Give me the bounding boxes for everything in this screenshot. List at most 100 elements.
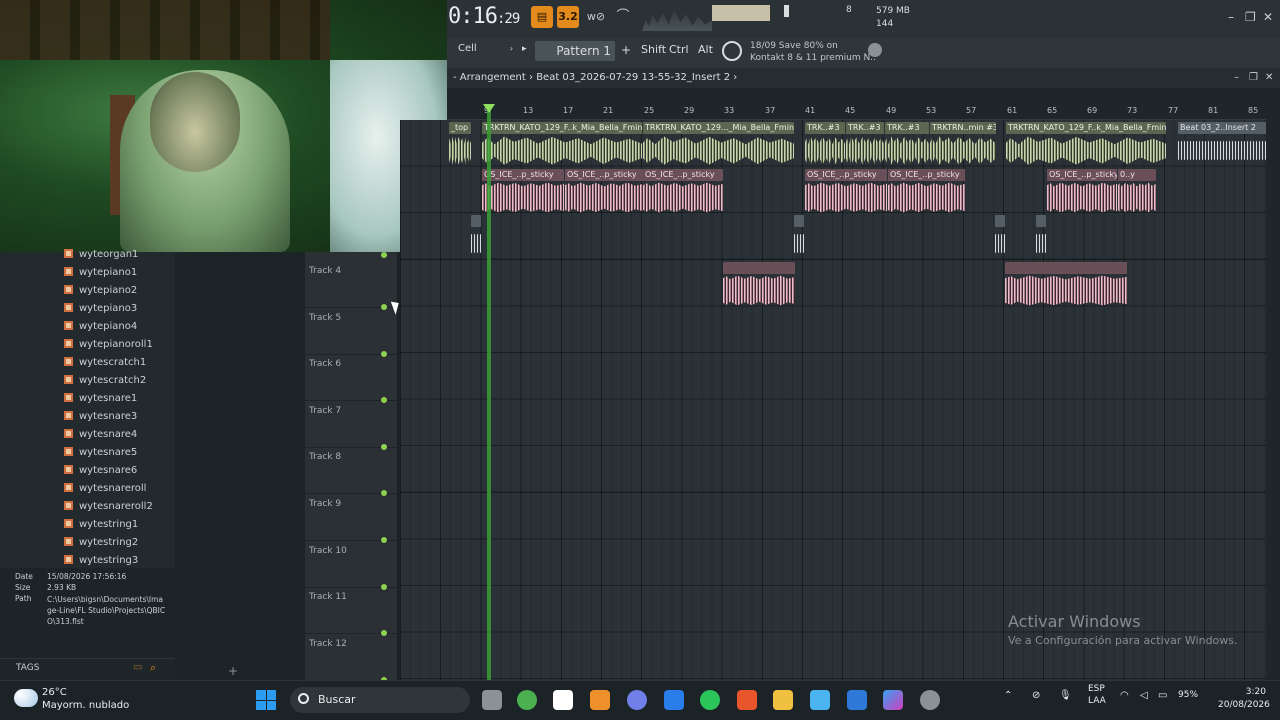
browser-item[interactable]: wytesnareroll2 (64, 498, 153, 516)
audio-clip[interactable] (995, 215, 1005, 259)
audio-clip[interactable]: OS_ICE_..p_sticky (805, 169, 887, 213)
browser-item[interactable]: wytesnare1 (64, 390, 137, 408)
fl-studio-icon[interactable] (590, 690, 610, 710)
brave-icon[interactable] (737, 690, 757, 710)
metronome-icon[interactable]: ᴡ⊘ (585, 6, 607, 28)
track-header[interactable]: Track 8 (305, 448, 397, 497)
browser-item[interactable]: wytescratch1 (64, 354, 146, 372)
language-label[interactable]: ESP (1088, 684, 1105, 694)
audio-clip[interactable]: TRK..#3 (805, 122, 845, 166)
battery-icon[interactable]: ▭ (1158, 690, 1167, 701)
task-view-icon[interactable] (482, 690, 502, 710)
close-icon[interactable]: ✕ (1263, 10, 1273, 24)
store-icon[interactable] (664, 690, 684, 710)
volume-slider-handle[interactable] (784, 5, 789, 17)
start-button[interactable] (256, 690, 276, 710)
audio-clip[interactable] (471, 215, 481, 259)
audio-clip[interactable] (1005, 262, 1127, 306)
playlist-minimize-icon[interactable]: – (1234, 72, 1239, 83)
track-header[interactable]: Track 12 (305, 635, 397, 683)
audio-clip[interactable]: TRKTRN..min #3 (930, 122, 996, 166)
shift-key-button[interactable]: Shift (641, 43, 666, 56)
audio-clip[interactable]: TRK..#3 (846, 122, 884, 166)
minimize-icon[interactable]: – (1228, 10, 1234, 24)
browser-item[interactable]: wytepiano4 (64, 318, 137, 336)
pattern-selector[interactable]: Pattern 1 (535, 41, 615, 61)
file-explorer-icon[interactable] (773, 690, 793, 710)
playlist-close-icon[interactable]: ✕ (1265, 72, 1273, 83)
taskbar-search[interactable]: Buscar (290, 687, 470, 713)
audio-clip[interactable]: Beat 03_2..Insert 2 (1178, 122, 1266, 166)
audio-clip[interactable]: 0..y (1118, 169, 1156, 213)
tags-bar[interactable]: TAGS ▭ ⌕ (0, 658, 175, 680)
tray-chevron-icon[interactable]: ⌃ (1004, 690, 1012, 701)
audio-clip[interactable] (794, 215, 804, 259)
alt-key-button[interactable]: Alt (698, 43, 713, 56)
app-icon-blue[interactable] (810, 690, 830, 710)
add-pattern-button[interactable]: + (621, 43, 631, 57)
browser-item[interactable]: wytesnare3 (64, 408, 137, 426)
add-icon[interactable]: + (228, 664, 238, 678)
ctrl-key-button[interactable]: Ctrl (669, 43, 689, 56)
folder-icon[interactable]: ▭ (133, 659, 142, 677)
audio-clip[interactable]: _top (449, 122, 471, 166)
track-header[interactable]: Track 7 (305, 402, 397, 450)
volume-icon[interactable]: ◁ (1140, 690, 1148, 701)
app-icon-green[interactable] (517, 690, 537, 710)
pattern-song-toggle-button[interactable]: ▤ (531, 6, 553, 28)
song-position-clock[interactable]: 0:16:29 (448, 4, 520, 29)
discord-icon[interactable] (627, 690, 647, 710)
track-header[interactable]: Track 4 (305, 262, 397, 310)
capcut-icon[interactable] (553, 690, 573, 710)
browser-item[interactable]: wytepianoroll1 (64, 336, 153, 354)
audio-clip[interactable]: TRKTRN_KATO_129_F..k_Mia_Bella_Fmin (482, 122, 642, 166)
track-3-led[interactable] (381, 252, 387, 258)
whatsapp-icon[interactable] (700, 690, 720, 710)
tray-mic-off-icon[interactable]: ⊘ (1032, 690, 1040, 701)
browser-item[interactable]: wyteorgan1 (64, 246, 138, 264)
arrangement-title[interactable]: Arrangement (460, 72, 526, 83)
news-panel[interactable]: 18/09 Save 80% on Kontakt 8 & 11 premium … (750, 40, 876, 64)
browser-item[interactable]: wytesnare5 (64, 444, 137, 462)
audio-clip[interactable]: OS_ICE_..p_sticky (1047, 169, 1117, 213)
outlook-icon[interactable] (847, 690, 867, 710)
browser-item[interactable]: wytesnare6 (64, 462, 137, 480)
audio-clip[interactable]: OS_ICE_..p_sticky (482, 169, 564, 213)
browser-item[interactable]: wytesnare4 (64, 426, 137, 444)
track-header[interactable]: Track 6 (305, 355, 397, 404)
browser-item[interactable]: wytepiano3 (64, 300, 137, 318)
arrangement-path[interactable]: Beat 03_2026-07-29 13-55-32_Insert 2 (536, 72, 730, 83)
playlist-maximize-icon[interactable]: ❐ (1249, 72, 1258, 83)
tray-microphone-icon[interactable]: 🎙 (1059, 690, 1072, 701)
audio-clip[interactable]: TRKTRN_KATO_129..._Mia_Bella_Fmin (643, 122, 794, 166)
browser-item[interactable]: wytestring1 (64, 516, 138, 534)
vertical-scrollbar[interactable] (1266, 104, 1280, 680)
maximize-icon[interactable]: ❐ (1245, 10, 1256, 24)
track-header[interactable]: Track 5 (305, 309, 397, 357)
browser-item[interactable]: wytesnareroll (64, 480, 146, 498)
audio-clip[interactable]: TRKTRN_KATO_129_F..k_Mia_Bella_Fmin (1006, 122, 1166, 166)
browser-item[interactable]: wytestring2 (64, 534, 138, 552)
copilot-icon[interactable] (883, 690, 903, 710)
audio-clip[interactable]: TRK..#3 (885, 122, 929, 166)
audio-clip[interactable] (1036, 215, 1046, 259)
audio-clip[interactable]: OS_ICE_..p_sticky (565, 169, 643, 213)
tempo-button[interactable]: 3.2 (557, 6, 579, 28)
globe-icon[interactable] (868, 43, 882, 57)
track-header[interactable]: Track 10 (305, 542, 397, 590)
audio-clip[interactable]: OS_ICE_..p_sticky (643, 169, 723, 213)
wifi-icon[interactable]: ◠ (1120, 690, 1129, 701)
snap-magnet-icon[interactable]: ⌒ (612, 6, 634, 28)
playhead-marker-icon[interactable] (483, 104, 495, 113)
language-sub-label[interactable]: LAA (1088, 696, 1106, 706)
browser-item[interactable]: wytepiano2 (64, 282, 137, 300)
settings-icon[interactable] (920, 690, 940, 710)
browser-item[interactable]: wytescratch2 (64, 372, 146, 390)
browser-item[interactable]: wytepiano1 (64, 264, 137, 282)
snap-selector[interactable]: Cell › (458, 43, 513, 54)
taskbar-clock[interactable]: 3:20 20/08/2026 (1218, 686, 1270, 712)
playlist-overview-scrollbar[interactable] (447, 88, 1280, 104)
playhead-line[interactable] (487, 104, 491, 680)
news-icon[interactable] (722, 41, 742, 61)
track-header[interactable]: Track 9 (305, 495, 397, 543)
